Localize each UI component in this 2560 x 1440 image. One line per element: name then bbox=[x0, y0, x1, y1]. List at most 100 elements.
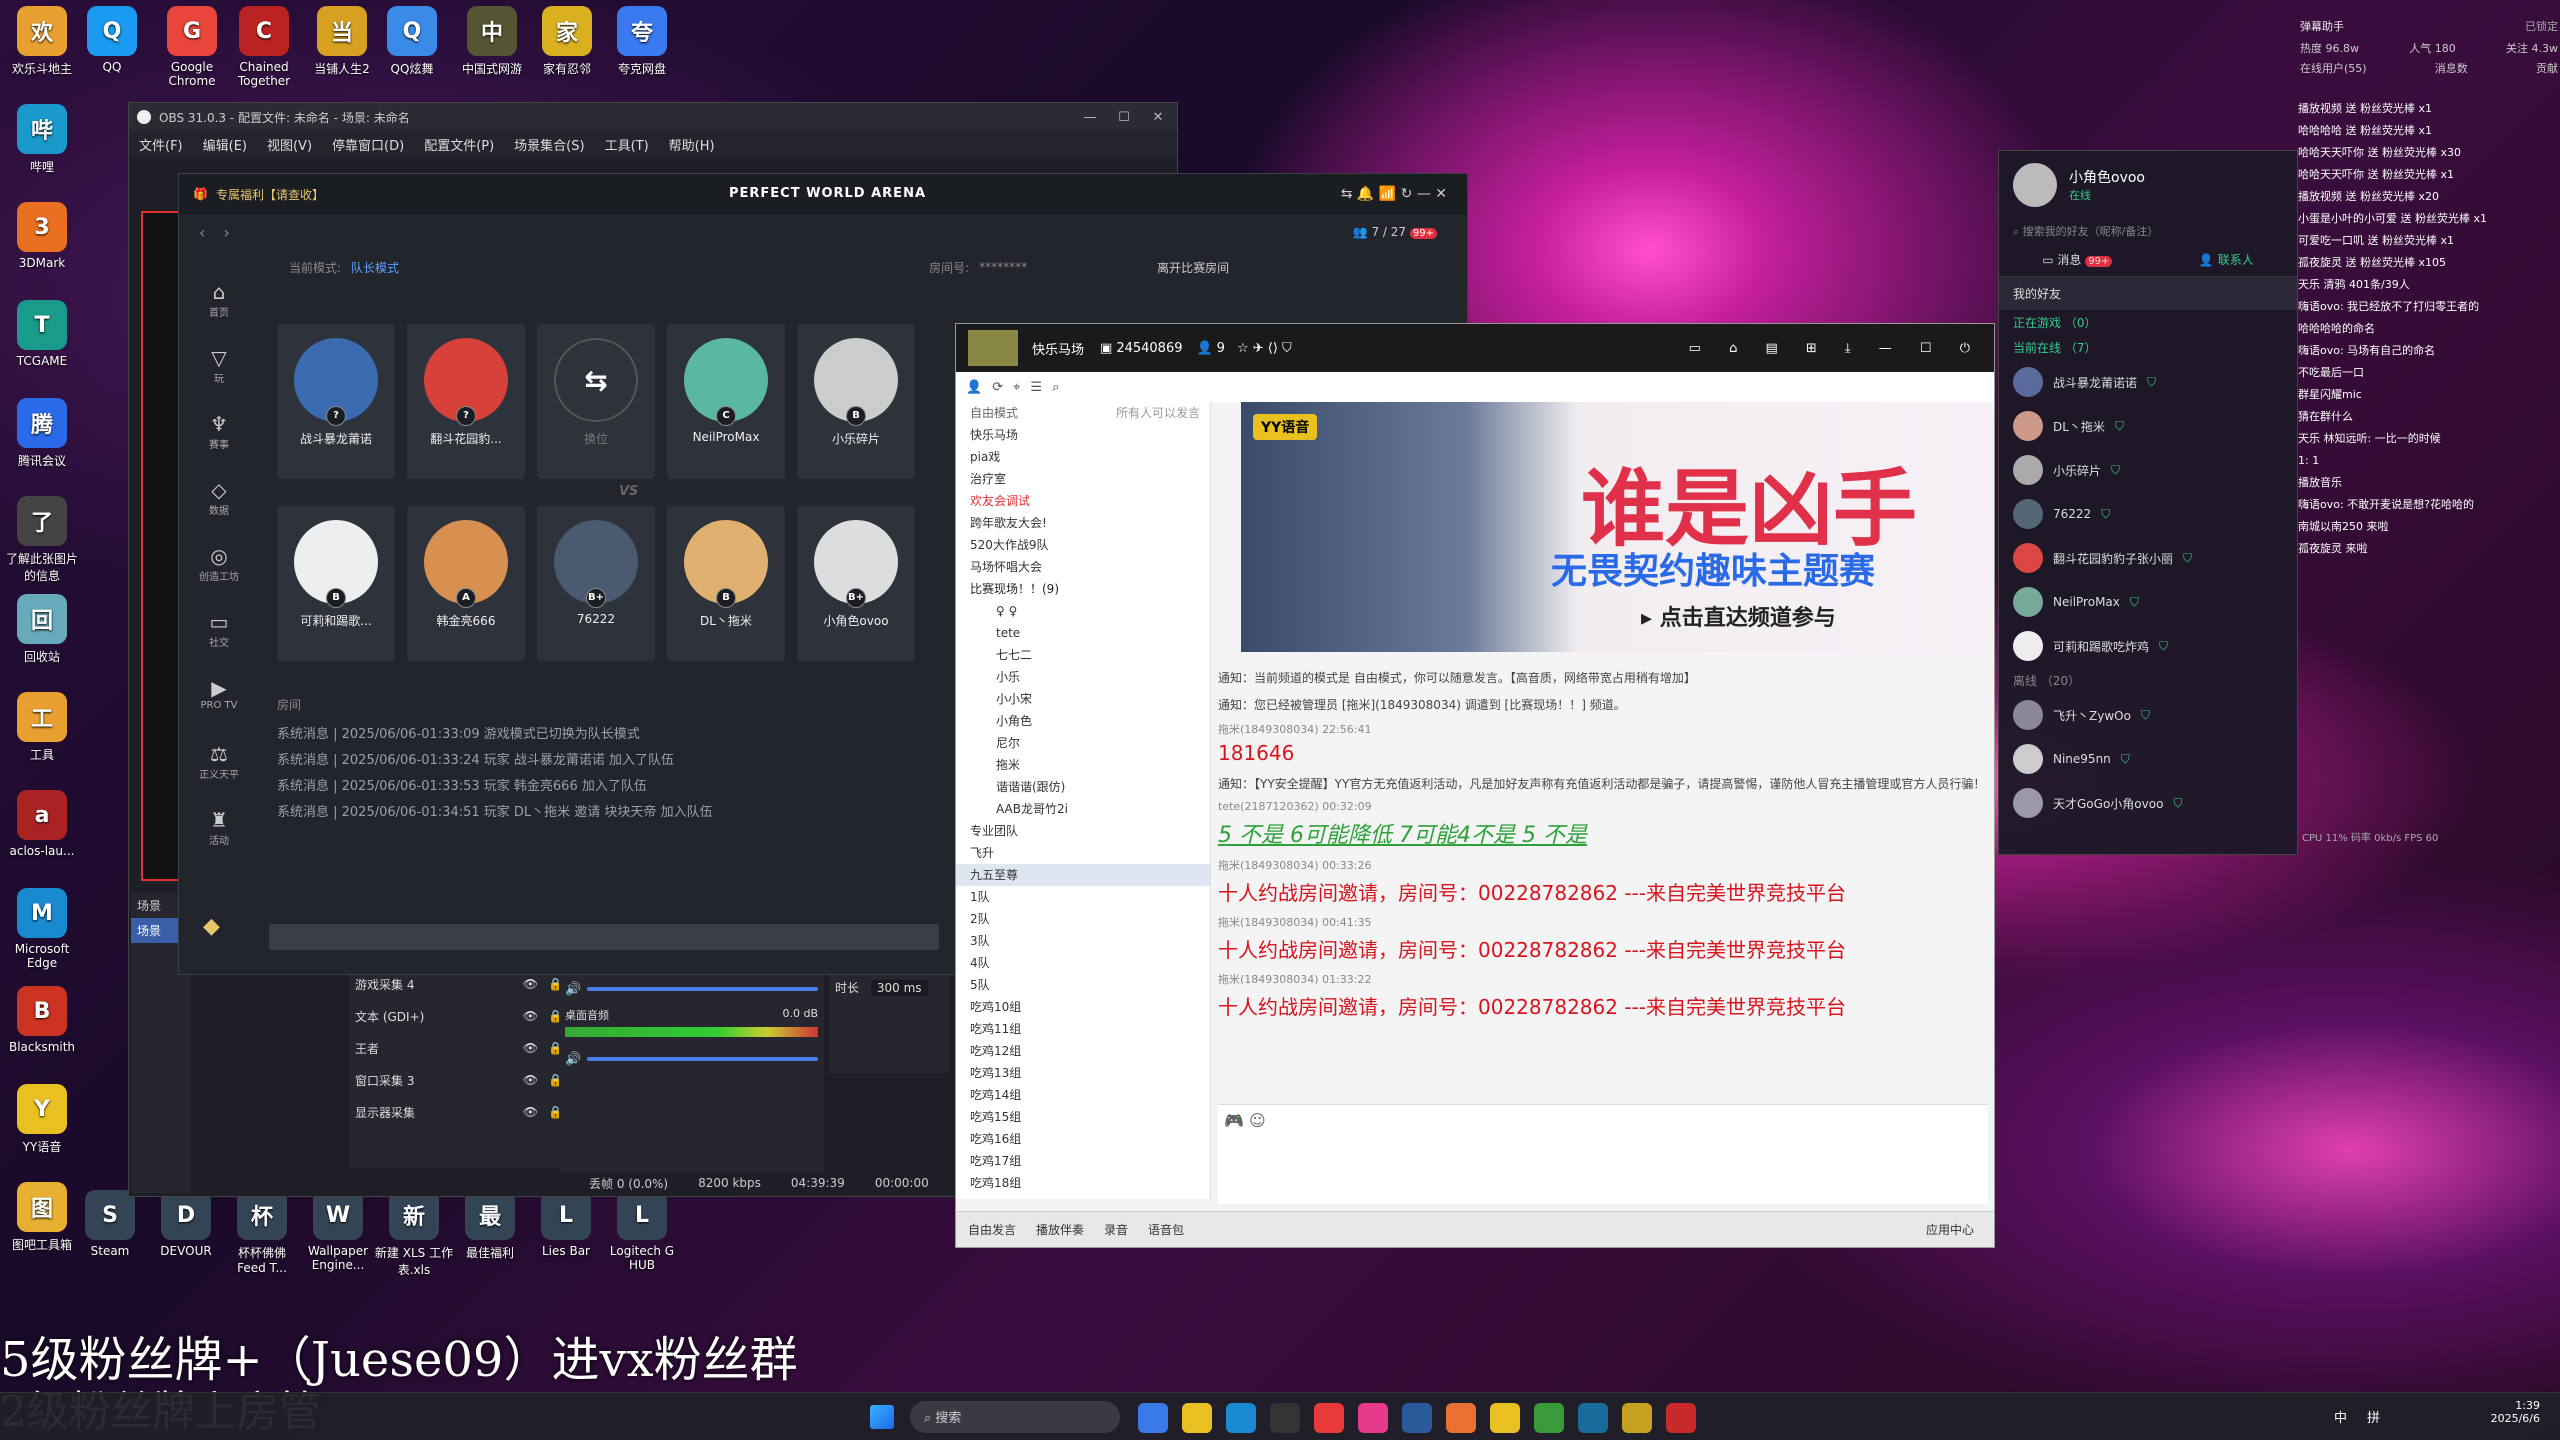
channel-item[interactable]: 吃鸡17组 bbox=[956, 1150, 1210, 1172]
start-icon[interactable] bbox=[870, 1405, 894, 1429]
desktop-icon[interactable]: 夸夸克网盘 bbox=[602, 6, 682, 77]
player-card[interactable]: B 小乐碎片 bbox=[797, 324, 915, 479]
taskbar-app-icon[interactable] bbox=[1622, 1403, 1652, 1433]
channel-item[interactable]: 比赛现场！！(9) bbox=[956, 578, 1210, 600]
channel-item[interactable]: 5队 bbox=[956, 974, 1210, 996]
source-item[interactable]: 王者 👁 🔒 bbox=[349, 1032, 569, 1064]
pw-nav-item[interactable]: ⚖ 正义天平 bbox=[187, 736, 251, 802]
friend-item[interactable]: 小乐碎片 ⛉ bbox=[1999, 448, 2297, 492]
desktop-icon[interactable]: 最最佳福利 bbox=[450, 1190, 530, 1261]
user-list-icon[interactable]: 👤 bbox=[966, 380, 982, 395]
source-item[interactable]: 显示器采集 👁 🔒 bbox=[349, 1096, 569, 1128]
yy-bottom-item[interactable]: 语音包 bbox=[1148, 1221, 1184, 1238]
desktop-icon[interactable]: 3 3DMark bbox=[2, 202, 82, 270]
danmaku-tab[interactable]: 在线用户(55) bbox=[2300, 60, 2367, 76]
header-actions[interactable]: ☆ ✈ ⟨⟩ ⛉ bbox=[1237, 341, 1292, 356]
desktop-icon[interactable]: B Blacksmith bbox=[2, 986, 82, 1054]
search-icon[interactable]: ⌕ bbox=[1052, 380, 1059, 395]
danmaku-tab[interactable]: 消息数 bbox=[2435, 60, 2468, 76]
message-input[interactable]: 🎮 ☺ bbox=[1218, 1104, 1988, 1204]
channel-item[interactable]: pia戏 bbox=[956, 446, 1210, 468]
desktop-icon[interactable]: 回回收站 bbox=[2, 594, 82, 665]
channel-item[interactable]: 马场怀唱大会 bbox=[956, 556, 1210, 578]
channel-item[interactable]: 吃鸡15组 bbox=[956, 1106, 1210, 1128]
player-card[interactable]: ? 战斗暴龙莆诺 bbox=[277, 324, 395, 479]
pw-nav-item[interactable]: ▽ 玩 bbox=[187, 340, 251, 406]
eye-icon[interactable]: 👁 bbox=[523, 1073, 538, 1087]
taskbar-app-icon[interactable] bbox=[1490, 1403, 1520, 1433]
banner-cta[interactable]: ▸ 点击直达频道参与 bbox=[1641, 600, 1836, 632]
channel-item[interactable]: 九五至尊 bbox=[956, 864, 1210, 886]
desktop-icon[interactable]: M Microsoft Edge bbox=[2, 888, 82, 970]
pw-nav-item[interactable]: ♆ 赛事 bbox=[187, 406, 251, 472]
obs-preview[interactable] bbox=[141, 211, 181, 881]
friend-item[interactable]: NeilProMax ⛉ bbox=[1999, 580, 2297, 624]
tab-messages[interactable]: ▭ 消息 99+ bbox=[2042, 251, 2113, 268]
channel-item[interactable]: 小角色 bbox=[956, 710, 1210, 732]
chat-input[interactable] bbox=[269, 924, 939, 950]
channel-item[interactable]: 谐谐谐(跟仿) bbox=[956, 776, 1210, 798]
desktop-icon[interactable]: 了了解此张图片的信息 bbox=[2, 496, 82, 584]
channel-item[interactable]: ♀ ♀ bbox=[956, 600, 1210, 622]
desktop-icon[interactable]: W Wallpaper Engine... bbox=[298, 1190, 378, 1272]
channel-item[interactable]: 快乐马场 bbox=[956, 424, 1210, 446]
forward-icon[interactable]: › bbox=[223, 223, 229, 242]
friend-item[interactable]: 飞升丶ZywOo ⛉ bbox=[1999, 693, 2297, 737]
taskbar-app-icon[interactable] bbox=[1446, 1403, 1476, 1433]
source-item[interactable]: 窗口采集 3 👁 🔒 bbox=[349, 1064, 569, 1096]
channel-item[interactable]: 欢友会调试 bbox=[956, 490, 1210, 512]
mode-dropdown[interactable]: 队长模式 bbox=[351, 259, 399, 276]
menu-item[interactable]: 工具(T) bbox=[605, 135, 649, 154]
pw-nav-item[interactable]: ▭ 社交 bbox=[187, 604, 251, 670]
pw-nav-item[interactable]: ◎ 创造工坊 bbox=[187, 538, 251, 604]
friend-search[interactable]: ⌕ 搜索我的好友（昵称/备注） bbox=[1999, 219, 2297, 243]
pw-window-controls[interactable]: ⇆ 🔔 📶 ↻ — ✕ bbox=[1341, 186, 1447, 202]
list-icon[interactable]: ☰ bbox=[1030, 380, 1042, 395]
yy-bottom-item[interactable]: 播放伴奏 bbox=[1036, 1221, 1084, 1238]
eye-icon[interactable]: 👁 bbox=[523, 1105, 538, 1119]
obs-titlebar[interactable]: OBS 31.0.3 - 配置文件: 未命名 - 场景: 未命名 — ☐ ✕ bbox=[129, 103, 1177, 131]
friend-item[interactable]: Nine95nn ⛉ bbox=[1999, 737, 2297, 781]
qq-window[interactable]: 小角色ovoo 在线 ⌕ 搜索我的好友（昵称/备注） ▭ 消息 99+ 👤 联系人… bbox=[1998, 150, 2298, 855]
player-card[interactable]: C NeilProMax bbox=[667, 324, 785, 479]
channel-item[interactable]: 520大作战9队 bbox=[956, 534, 1210, 556]
desktop-icon[interactable]: T TCGAME bbox=[2, 300, 82, 368]
channel-item[interactable]: 吃鸡13组 bbox=[956, 1062, 1210, 1084]
desktop-icon[interactable]: 杯杯杯佛佛 Feed T... bbox=[222, 1190, 302, 1275]
yy-bottom-item[interactable]: 录音 bbox=[1104, 1221, 1128, 1238]
channel-item[interactable]: tete bbox=[956, 622, 1210, 644]
emoji-icon[interactable]: 🎮 ☺ bbox=[1218, 1105, 1988, 1136]
channel-item[interactable]: 拖米 bbox=[956, 754, 1210, 776]
desktop-icon[interactable]: 新新建 XLS 工作表.xls bbox=[374, 1190, 454, 1278]
desktop-icon[interactable]: D DEVOUR bbox=[146, 1190, 226, 1258]
player-card[interactable]: ⇆ 换位 bbox=[537, 324, 655, 479]
channel-item[interactable]: AAB龙哥竹2i bbox=[956, 798, 1210, 820]
menu-item[interactable]: 编辑(E) bbox=[203, 135, 247, 154]
channel-item[interactable]: 2队 bbox=[956, 908, 1210, 930]
friend-item[interactable]: 天才GoGo小角ovoo ⛉ bbox=[1999, 781, 2297, 825]
channel-item[interactable]: 吃鸡10组 bbox=[956, 996, 1210, 1018]
ime-indicator[interactable]: 中 bbox=[2334, 1407, 2347, 1426]
taskbar-search[interactable]: ⌕ 搜索 bbox=[910, 1401, 1120, 1433]
player-card[interactable]: B 可莉和踢歌... bbox=[277, 506, 395, 661]
user-status[interactable]: 在线 bbox=[2069, 187, 2145, 203]
desktop-icon[interactable]: 中中国式网游 bbox=[452, 6, 532, 77]
taskbar-app-icon[interactable] bbox=[1138, 1403, 1168, 1433]
friend-item[interactable]: 76222 ⛉ bbox=[1999, 492, 2297, 536]
in-game-group[interactable]: 正在游戏 （0） bbox=[1999, 310, 2297, 335]
refresh-icon[interactable]: ⟳ bbox=[992, 380, 1003, 395]
duration-input[interactable]: 300 ms bbox=[870, 980, 928, 996]
taskbar-app-icon[interactable] bbox=[1534, 1403, 1564, 1433]
danmaku-tab[interactable]: 贡献 bbox=[2536, 60, 2558, 76]
desktop-icon[interactable]: S Steam bbox=[70, 1190, 150, 1258]
desktop-icon[interactable]: 家家有忍邻 bbox=[527, 6, 607, 77]
channel-item[interactable]: 吃鸡11组 bbox=[956, 1018, 1210, 1040]
desktop-icon[interactable]: L Logitech G HUB bbox=[602, 1190, 682, 1272]
channel-item[interactable]: 尼尔 bbox=[956, 732, 1210, 754]
channel-item[interactable]: 七七二 bbox=[956, 644, 1210, 666]
desktop-icon[interactable]: 腾腾讯会议 bbox=[2, 398, 82, 469]
channel-item[interactable]: 吃鸡16组 bbox=[956, 1128, 1210, 1150]
desktop-icon[interactable]: Y YY语音 bbox=[2, 1084, 82, 1155]
player-card[interactable]: B+ 76222 bbox=[537, 506, 655, 661]
player-card[interactable]: B+ 小角色ovoo bbox=[797, 506, 915, 661]
